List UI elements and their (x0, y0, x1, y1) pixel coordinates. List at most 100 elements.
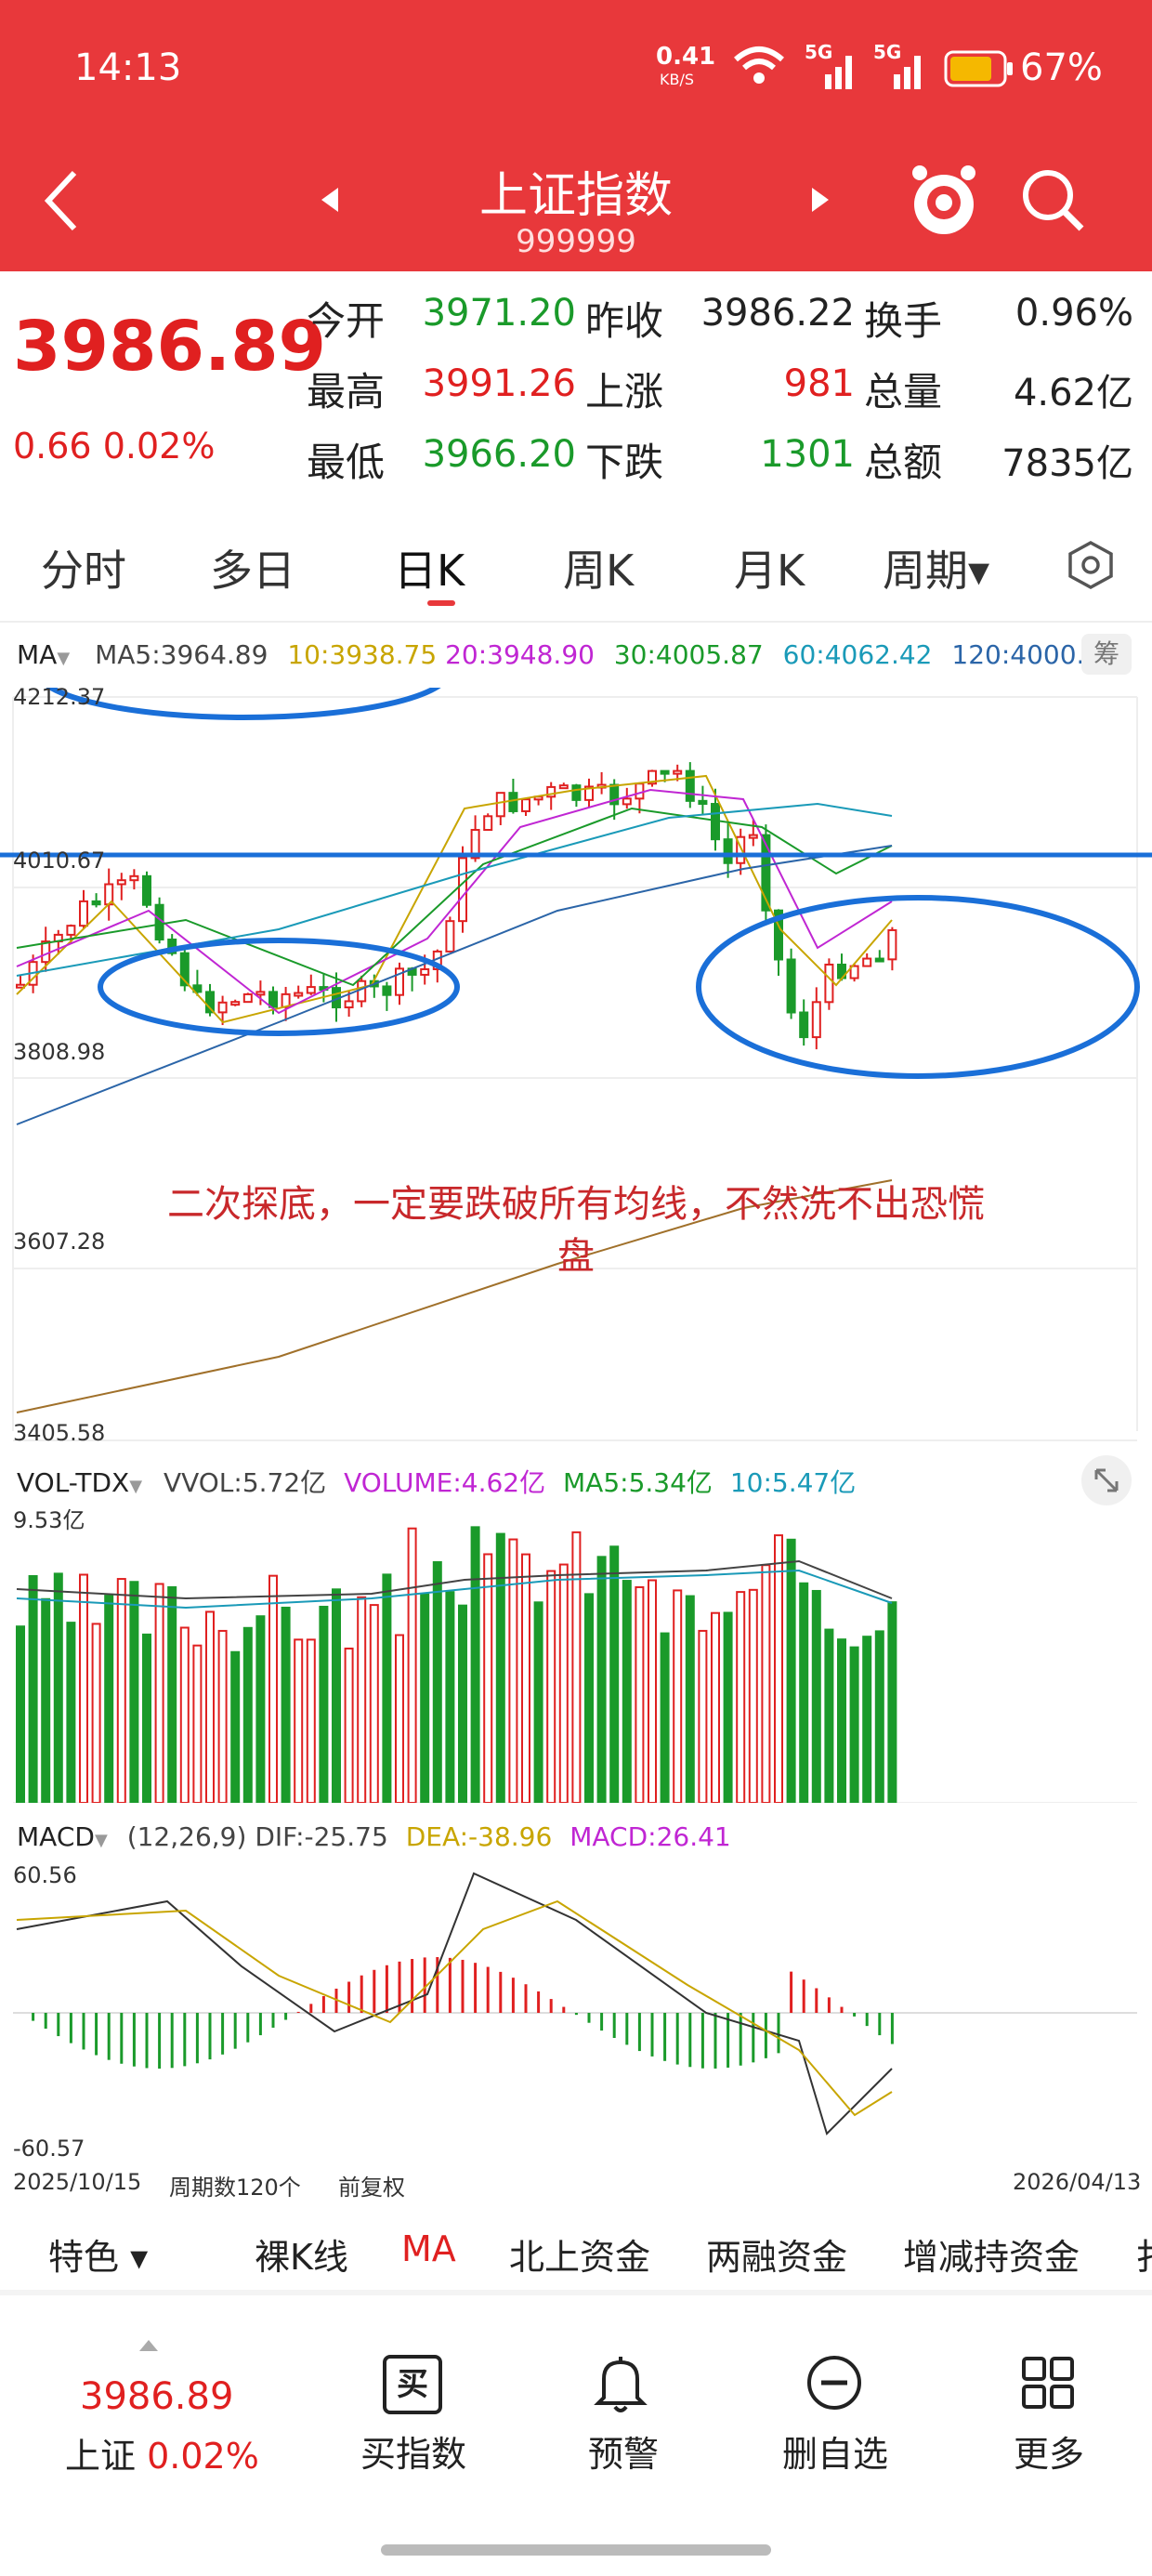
quote-value: 0.96% (1015, 292, 1133, 335)
vol-legend[interactable]: VOL-TDX▼ VVOL:5.72亿 VOLUME:4.62亿 MA5:5.3… (17, 1463, 856, 1500)
macd-legend[interactable]: MACD▼ (12,26,9) DIF:-25.75 DEA:-38.96 MA… (17, 1821, 731, 1852)
quote-label: 上涨 (585, 369, 664, 414)
feature-item-1[interactable]: 裸K线 (255, 2228, 348, 2280)
candlestick-chart[interactable] (0, 688, 1152, 1450)
feature-item-2[interactable]: MA (401, 2228, 456, 2269)
tab-1[interactable]: 多日 (210, 537, 295, 598)
ma5-value: MA5:3964.89 (95, 639, 268, 670)
volume-bar (811, 1589, 821, 1803)
ma20-value: 20:3948.90 (445, 639, 595, 670)
quote-label: 总额 (864, 440, 943, 485)
date-start: 2025/10/15 (13, 2169, 142, 2195)
volume-bar (824, 1628, 834, 1803)
quote-label: 换手 (864, 298, 943, 344)
ma60-value: 60:4062.42 (782, 639, 933, 670)
bell-icon[interactable] (591, 2353, 650, 2420)
more-button[interactable]: 更多 (970, 2425, 1128, 2477)
quote-label: 下跌 (585, 440, 664, 485)
quote-value: 3966.20 (422, 433, 576, 476)
dea-value: DEA:-38.96 (405, 1821, 553, 1852)
ma-selector[interactable]: MA (17, 639, 57, 670)
net-unit: KB/S (660, 71, 695, 88)
tab-0[interactable]: 分时 (41, 537, 126, 598)
volume-bar (217, 1629, 228, 1803)
volume-bar (761, 1564, 771, 1803)
volume-bar (344, 1647, 354, 1803)
feature-item-5[interactable]: 增减持资金 (903, 2228, 1080, 2280)
settings-hexagon-icon[interactable] (1065, 539, 1117, 595)
volume-bar (332, 1588, 341, 1803)
volume-value: VOLUME:4.62亿 (344, 1467, 546, 1498)
price-axis-l3: 3808.98 (13, 1039, 106, 1065)
alert-button[interactable]: 预警 (544, 2425, 702, 2477)
search-icon[interactable] (1020, 167, 1087, 238)
volume-bar (432, 1561, 442, 1803)
volume-bar (104, 1595, 114, 1803)
candle-body (635, 782, 645, 800)
volume-bar (558, 1563, 569, 1803)
feature-item-6[interactable]: 扌 (1135, 2228, 1152, 2280)
feature-item-4[interactable]: 两融资金 (706, 2228, 847, 2280)
buy-index-button[interactable]: 买指数 (334, 2425, 492, 2477)
candle-body (698, 799, 708, 806)
bottom-nav: 3986.89 上证 0.02% 买 买指数 预警 删自选 更多 (0, 2295, 1152, 2576)
volume-chart[interactable] (0, 1505, 1152, 1803)
remove-watchlist-button[interactable]: 删自选 (756, 2425, 914, 2477)
feature-item-0[interactable]: 特色 ▾ (48, 2228, 148, 2280)
buy-icon[interactable]: 买 (383, 2355, 442, 2414)
chips-button[interactable]: 筹 (1081, 634, 1132, 675)
volume-bar (786, 1538, 796, 1803)
volume-bar (546, 1570, 556, 1803)
volume-bar (584, 1593, 594, 1803)
candle-body (508, 792, 518, 812)
next-stock-icon[interactable] (810, 186, 831, 217)
candle-body (685, 769, 695, 802)
dif-value: DIF:-25.75 (255, 1821, 388, 1852)
mascot-icon[interactable] (907, 160, 981, 243)
candle-body (217, 1001, 228, 1014)
volume-bar (179, 1626, 190, 1803)
remove-watchlist-icon[interactable] (805, 2353, 864, 2416)
vol-ma10-value: 10:5.47亿 (729, 1467, 857, 1498)
volume-bar (382, 1573, 392, 1803)
volume-bar (91, 1623, 101, 1803)
volume-bar (28, 1574, 38, 1803)
wifi-icon (732, 45, 786, 89)
candle-body (306, 986, 316, 994)
candle-body (382, 985, 392, 996)
candle-body (268, 991, 278, 1008)
candle-body (41, 940, 51, 964)
volume-bar (420, 1593, 430, 1803)
volume-bar (53, 1572, 63, 1803)
candle-body (799, 1011, 809, 1039)
expand-icon[interactable] (1081, 1455, 1132, 1505)
battery-icon (944, 50, 1015, 91)
volume-bar (205, 1610, 215, 1803)
macd-selector[interactable]: MACD (17, 1821, 95, 1852)
feature-item-3[interactable]: 北上资金 (509, 2228, 650, 2280)
candle-body (874, 957, 884, 963)
volume-bar (369, 1604, 379, 1803)
vol-selector[interactable]: VOL-TDX (17, 1467, 129, 1498)
macd-chart[interactable] (0, 1864, 1152, 2162)
tab-3[interactable]: 周K (563, 537, 634, 598)
candle-body (357, 979, 367, 1003)
active-tab-indicator (427, 600, 455, 606)
ma-legend[interactable]: MA▼ MA5:3964.89 10:3938.75 20:3948.90 30… (17, 639, 1118, 670)
tab-5[interactable]: 周期▾ (883, 537, 989, 598)
volume-bar (281, 1606, 291, 1803)
grid-icon[interactable] (1020, 2355, 1076, 2414)
volume-bar (736, 1591, 746, 1803)
price-axis-l2: 4010.67 (13, 848, 106, 874)
home-indicator[interactable] (381, 2544, 771, 2556)
tab-2[interactable]: 日K (394, 537, 465, 598)
net-speed: 0.41 (656, 43, 716, 71)
status-time: 14:13 (74, 46, 182, 89)
tab-4[interactable]: 月K (734, 537, 805, 598)
candle-body (91, 900, 101, 906)
candle-body (66, 925, 76, 936)
candle-body (571, 784, 582, 801)
candle-body (445, 920, 455, 953)
volume-bar (799, 1582, 809, 1803)
volume-bar (306, 1638, 316, 1803)
